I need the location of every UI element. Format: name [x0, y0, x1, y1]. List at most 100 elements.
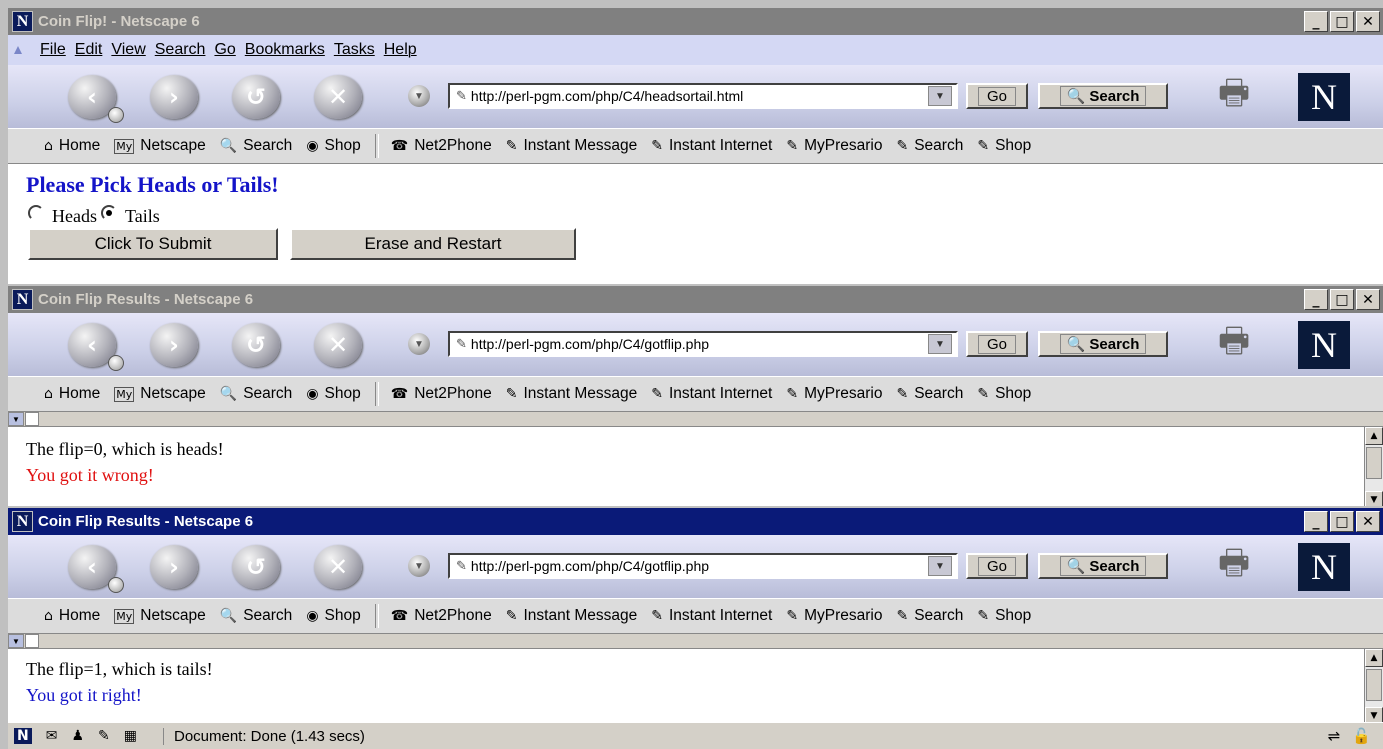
- bookmark-search-2[interactable]: ✎ Search: [896, 607, 963, 625]
- collapse-arrow-icon[interactable]: ▼: [8, 634, 24, 648]
- dropdown-dot-icon[interactable]: [108, 577, 124, 593]
- bookmark-search[interactable]: 🔍 Search: [220, 385, 293, 403]
- bookmark-search-2[interactable]: ✎ Search: [896, 385, 963, 403]
- online-status-icon[interactable]: ⇌: [1328, 727, 1341, 745]
- bookmark-shop[interactable]: ◉ Shop: [306, 385, 360, 403]
- scroll-down-icon[interactable]: ▼: [1365, 491, 1383, 506]
- history-dropdown-icon[interactable]: ▼: [408, 333, 430, 355]
- bookmark-shop-2[interactable]: ✎ Shop: [977, 385, 1031, 403]
- stop-button[interactable]: ✕: [314, 75, 362, 119]
- netscape-throbber-icon[interactable]: N: [1298, 321, 1350, 369]
- url-dropdown-icon[interactable]: ▼: [928, 86, 952, 106]
- mail-icon[interactable]: ✉: [46, 728, 58, 744]
- collapsed-toolbar-tab[interactable]: [25, 634, 39, 648]
- reload-button[interactable]: ↺: [232, 75, 280, 119]
- bookmark-instant-message[interactable]: ✎ Instant Message: [506, 607, 637, 625]
- print-icon[interactable]: 🖶: [1208, 543, 1260, 587]
- menu-help[interactable]: Help: [384, 41, 417, 59]
- url-field[interactable]: ✎ http://perl-pgm.com/php/C4/gotflip.php…: [448, 331, 958, 357]
- menu-edit[interactable]: Edit: [75, 41, 103, 59]
- stop-button[interactable]: ✕: [314, 323, 362, 367]
- forward-button[interactable]: ›: [150, 323, 198, 367]
- bookmark-home[interactable]: ⌂ Home: [44, 137, 100, 155]
- back-button[interactable]: ‹: [68, 545, 124, 593]
- menu-bookmarks[interactable]: Bookmarks: [245, 41, 325, 59]
- netscape-throbber-icon[interactable]: N: [1298, 543, 1350, 591]
- scroll-thumb[interactable]: [1366, 447, 1382, 479]
- composer-icon[interactable]: ✎: [98, 728, 110, 744]
- back-button[interactable]: ‹: [68, 323, 124, 371]
- bookmark-search[interactable]: 🔍 Search: [220, 607, 293, 625]
- bookmark-net2phone[interactable]: ☎ Net2Phone: [391, 137, 492, 155]
- forward-button[interactable]: ›: [150, 545, 198, 589]
- menu-go[interactable]: Go: [214, 41, 235, 59]
- bookmark-shop[interactable]: ◉ Shop: [306, 607, 360, 625]
- bookmark-instant-message[interactable]: ✎ Instant Message: [506, 137, 637, 155]
- url-dropdown-icon[interactable]: ▼: [928, 334, 952, 354]
- title-bar[interactable]: N Coin Flip Results - Netscape 6 _ □ ✕: [8, 286, 1383, 313]
- bookmark-net2phone[interactable]: ☎ Net2Phone: [391, 385, 492, 403]
- radio-heads[interactable]: [28, 204, 44, 221]
- search-button[interactable]: 🔍 Search: [1038, 83, 1168, 109]
- menu-search[interactable]: Search: [155, 41, 206, 59]
- minimize-button[interactable]: _: [1304, 511, 1328, 532]
- history-dropdown-icon[interactable]: ▼: [408, 555, 430, 577]
- title-bar[interactable]: N Coin Flip! - Netscape 6 _ □ ✕: [8, 8, 1383, 35]
- search-button[interactable]: 🔍 Search: [1038, 553, 1168, 579]
- maximize-button[interactable]: □: [1330, 511, 1354, 532]
- back-button[interactable]: ‹: [68, 75, 124, 123]
- go-button[interactable]: Go: [966, 331, 1028, 357]
- go-button[interactable]: Go: [966, 83, 1028, 109]
- menu-view[interactable]: View: [111, 41, 145, 59]
- bookmark-shop-2[interactable]: ✎ Shop: [977, 607, 1031, 625]
- menu-file[interactable]: File: [40, 41, 66, 59]
- collapse-grip-icon[interactable]: [14, 46, 22, 54]
- title-bar[interactable]: N Coin Flip Results - Netscape 6 _ □ ✕: [8, 508, 1383, 535]
- minimize-button[interactable]: _: [1304, 289, 1328, 310]
- bookmark-instant-message[interactable]: ✎ Instant Message: [506, 385, 637, 403]
- url-dropdown-icon[interactable]: ▼: [928, 556, 952, 576]
- bookmark-my-netscape[interactable]: My Netscape: [114, 385, 206, 403]
- print-icon[interactable]: 🖶: [1208, 321, 1260, 365]
- reload-button[interactable]: ↺: [232, 323, 280, 367]
- collapsed-toolbar-tab[interactable]: [25, 412, 39, 426]
- vertical-scrollbar[interactable]: ▲ ▼: [1364, 649, 1383, 725]
- bookmark-instant-internet[interactable]: ✎ Instant Internet: [651, 137, 772, 155]
- url-field[interactable]: ✎ http://perl-pgm.com/php/C4/headsortail…: [448, 83, 958, 109]
- history-dropdown-icon[interactable]: ▼: [408, 85, 430, 107]
- bookmark-shop[interactable]: ◉ Shop: [306, 137, 360, 155]
- bookmark-my-netscape[interactable]: My Netscape: [114, 607, 206, 625]
- maximize-button[interactable]: □: [1330, 11, 1354, 32]
- instant-messenger-icon[interactable]: ♟: [71, 728, 84, 744]
- go-button[interactable]: Go: [966, 553, 1028, 579]
- dropdown-dot-icon[interactable]: [108, 107, 124, 123]
- collapse-arrow-icon[interactable]: ▼: [8, 412, 24, 426]
- bookmark-shop-2[interactable]: ✎ Shop: [977, 137, 1031, 155]
- reload-button[interactable]: ↺: [232, 545, 280, 589]
- address-book-icon[interactable]: ▦: [124, 728, 137, 744]
- scroll-up-icon[interactable]: ▲: [1365, 649, 1383, 667]
- scroll-up-icon[interactable]: ▲: [1365, 427, 1383, 445]
- bookmark-net2phone[interactable]: ☎ Net2Phone: [391, 607, 492, 625]
- bookmark-search-2[interactable]: ✎ Search: [896, 137, 963, 155]
- menu-tasks[interactable]: Tasks: [334, 41, 375, 59]
- close-button[interactable]: ✕: [1356, 11, 1380, 32]
- bookmark-mypresario[interactable]: ✎ MyPresario: [786, 137, 882, 155]
- bookmark-home[interactable]: ⌂ Home: [44, 385, 100, 403]
- scroll-thumb[interactable]: [1366, 669, 1382, 701]
- print-icon[interactable]: 🖶: [1208, 73, 1260, 117]
- search-button[interactable]: 🔍 Search: [1038, 331, 1168, 357]
- submit-button[interactable]: Click To Submit: [28, 228, 278, 260]
- bookmark-instant-internet[interactable]: ✎ Instant Internet: [651, 607, 772, 625]
- radio-tails[interactable]: [100, 204, 117, 221]
- minimize-button[interactable]: _: [1304, 11, 1328, 32]
- close-button[interactable]: ✕: [1356, 289, 1380, 310]
- maximize-button[interactable]: □: [1330, 289, 1354, 310]
- dropdown-dot-icon[interactable]: [108, 355, 124, 371]
- close-button[interactable]: ✕: [1356, 511, 1380, 532]
- vertical-scrollbar[interactable]: ▲ ▼: [1364, 427, 1383, 506]
- bookmark-my-netscape[interactable]: My Netscape: [114, 137, 206, 155]
- bookmark-mypresario[interactable]: ✎ MyPresario: [786, 385, 882, 403]
- netscape-throbber-icon[interactable]: N: [1298, 73, 1350, 121]
- url-field[interactable]: ✎ http://perl-pgm.com/php/C4/gotflip.php…: [448, 553, 958, 579]
